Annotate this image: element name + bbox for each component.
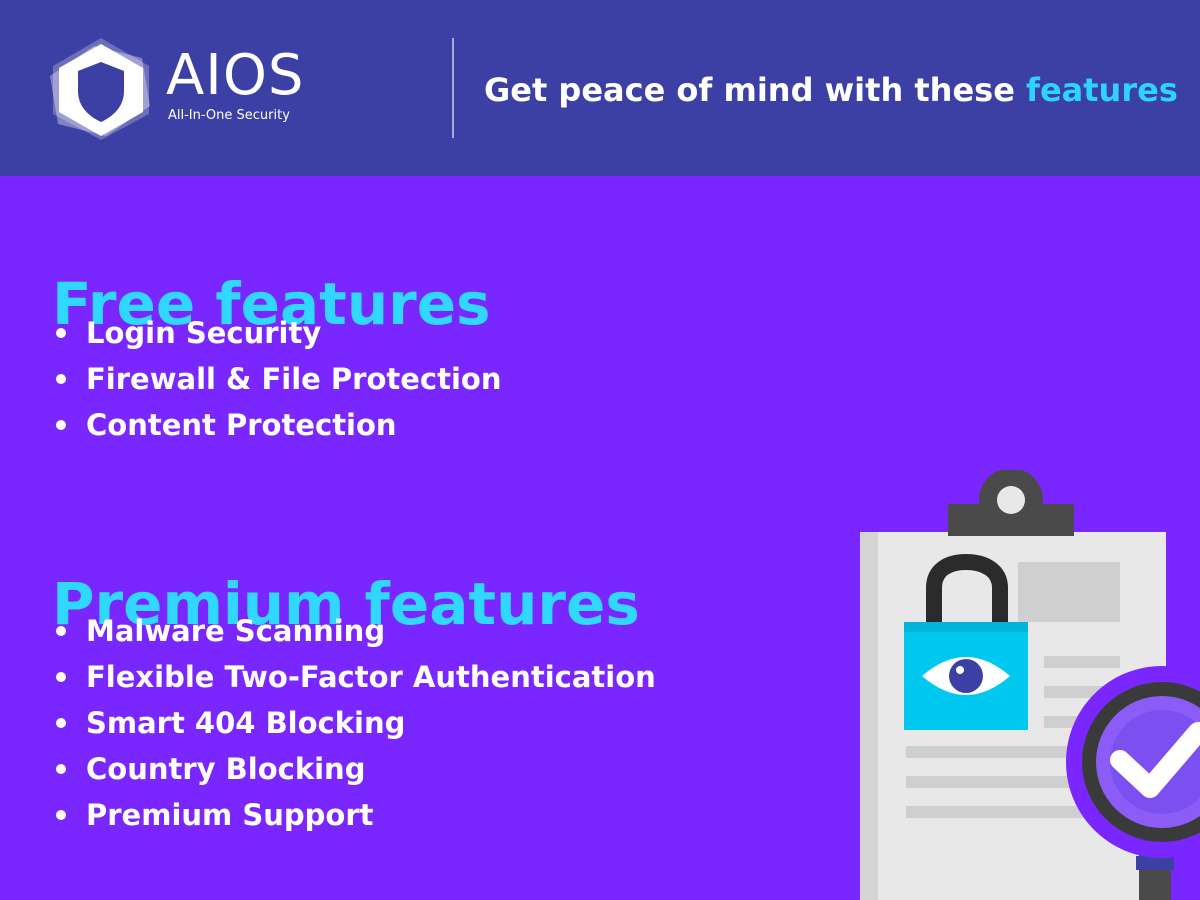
premium-feature-item: Premium Support bbox=[56, 792, 656, 838]
free-feature-item: Firewall & File Protection bbox=[56, 356, 501, 402]
brand-subtitle: All-In-One Security bbox=[168, 108, 290, 123]
logo-shield-icon bbox=[50, 38, 150, 140]
tagline-accent: features bbox=[1026, 71, 1178, 109]
premium-features-list: Malware Scanning Flexible Two-Factor Aut… bbox=[56, 608, 656, 838]
header-divider bbox=[452, 38, 454, 138]
free-features-list: Login Security Firewall & File Protectio… bbox=[56, 310, 501, 448]
site-header: AIOS All-In-One Security Get peace of mi… bbox=[0, 0, 1200, 176]
header-tagline: Get peace of mind with these features bbox=[484, 70, 1178, 110]
tagline-text: Get peace of mind with these bbox=[484, 71, 1027, 109]
clipboard-lock-check-icon bbox=[860, 470, 1200, 900]
premium-feature-item: Malware Scanning bbox=[56, 608, 656, 654]
brand-name: AIOS bbox=[166, 43, 305, 108]
free-feature-item: Content Protection bbox=[56, 402, 501, 448]
premium-feature-item: Country Blocking bbox=[56, 746, 656, 792]
premium-feature-item: Flexible Two-Factor Authentication bbox=[56, 654, 656, 700]
free-feature-item: Login Security bbox=[56, 310, 501, 356]
premium-feature-item: Smart 404 Blocking bbox=[56, 700, 656, 746]
